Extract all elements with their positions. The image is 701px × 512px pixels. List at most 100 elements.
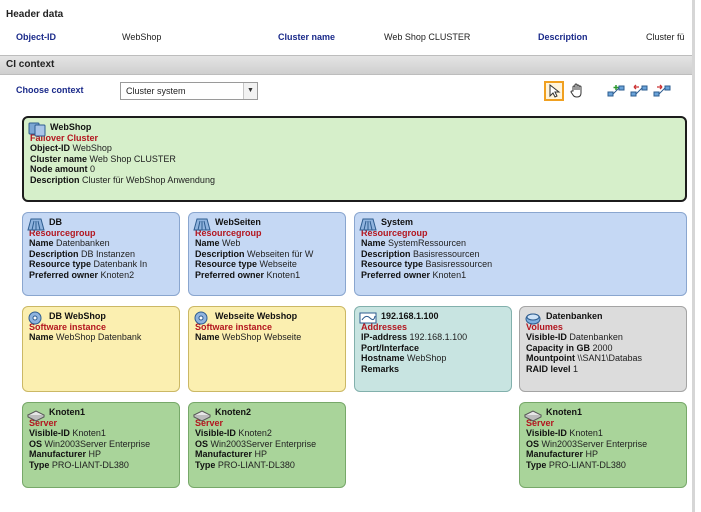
link-right-button[interactable] bbox=[652, 81, 672, 101]
server-card-knoten2[interactable]: Knoten2 Server Visible-ID Knoten2 OS Win2… bbox=[188, 402, 346, 488]
card-field: Preferred owner Knoten2 bbox=[29, 270, 173, 281]
object-id-label: Object-ID bbox=[16, 32, 57, 42]
network-address-icon bbox=[359, 312, 377, 324]
field-value: WebShop Datenbank bbox=[56, 332, 142, 342]
field-value: WebShop Webseite bbox=[222, 332, 302, 342]
field-value: DB Instanzen bbox=[81, 248, 136, 259]
context-select[interactable]: Cluster system ▼ bbox=[120, 82, 258, 100]
card-field: Resource type Datenbank In bbox=[29, 259, 173, 270]
card-field: OS Win2003Server Enterprise bbox=[526, 439, 680, 450]
field-label: Type bbox=[195, 459, 216, 470]
link-add-button[interactable] bbox=[606, 81, 626, 101]
card-title: Webseite Webshop bbox=[215, 311, 298, 321]
field-label: Cluster name bbox=[30, 153, 88, 164]
card-type: Addresses bbox=[361, 321, 408, 332]
window-edge bbox=[692, 0, 695, 512]
field-label: Name bbox=[361, 238, 386, 248]
field-value: Knoten1 bbox=[266, 269, 301, 280]
field-value: Knoten1 bbox=[432, 269, 467, 280]
card-field: RAID level 1 bbox=[526, 364, 680, 375]
card-field: Name Datenbanken bbox=[29, 238, 173, 249]
card-rows: Name WebShop Datenbank bbox=[29, 332, 173, 343]
field-value: HP bbox=[88, 449, 102, 459]
card-field: Preferred owner Knoten1 bbox=[195, 270, 339, 281]
field-label: Hostname bbox=[361, 353, 405, 363]
field-label: Description bbox=[30, 174, 80, 185]
link-right-icon bbox=[653, 84, 671, 97]
field-label: Name bbox=[195, 332, 220, 342]
software-instance-icon bbox=[28, 311, 42, 325]
card-field: Type PRO-LIANT-DL380 bbox=[526, 460, 680, 471]
description-label: Description bbox=[538, 32, 588, 42]
field-value: Datenbanken bbox=[569, 332, 623, 342]
field-value: Knoten2 bbox=[238, 428, 272, 438]
card-title: Knoten1 bbox=[49, 407, 85, 417]
server-card-knoten1-right[interactable]: Knoten1 Server Visible-ID Knoten1 OS Win2… bbox=[519, 402, 687, 488]
volume-icon bbox=[525, 313, 541, 325]
resourcegroup-card-system[interactable]: System Resourcegroup Name SystemRessourc… bbox=[354, 212, 687, 296]
resourcegroup-card-webseiten[interactable]: WebSeiten Resourcegroup Name Web Descript… bbox=[188, 212, 346, 296]
pointer-icon bbox=[549, 84, 561, 98]
pointer-tool-button[interactable] bbox=[544, 81, 564, 101]
link-left-button[interactable] bbox=[629, 81, 649, 101]
cluster-card[interactable]: WebShop Failover Cluster Object-ID WebSh… bbox=[22, 116, 687, 202]
context-select-value: Cluster system bbox=[126, 86, 186, 96]
field-value: Cluster für WebShop Anwendung bbox=[82, 174, 215, 185]
card-field: Description Cluster für WebShop Anwendun… bbox=[30, 175, 679, 186]
card-rows: Object-ID WebShop Cluster name Web Shop C… bbox=[30, 143, 679, 185]
field-label: Type bbox=[526, 459, 547, 470]
field-label: Preferred owner bbox=[361, 269, 431, 280]
field-value: 0 bbox=[90, 164, 96, 174]
card-type: Resourcegroup bbox=[361, 227, 428, 238]
description-value: Cluster fü bbox=[646, 32, 685, 42]
resourcegroup-card-db[interactable]: DB Resourcegroup Name Datenbanken Descrip… bbox=[22, 212, 180, 296]
card-field: Description Basisressourcen bbox=[361, 249, 680, 260]
card-field: OS Win2003Server Enterprise bbox=[29, 439, 173, 450]
field-label: Port/Interface bbox=[361, 342, 420, 353]
field-value: WebShop bbox=[407, 353, 447, 363]
field-label: Preferred owner bbox=[195, 269, 265, 280]
card-field: Description Webseiten für W bbox=[195, 249, 339, 260]
field-value: \\SAN1\Databas bbox=[577, 353, 643, 363]
chevron-down-icon[interactable]: ▼ bbox=[243, 83, 257, 99]
ci-canvas[interactable]: WebShop Failover Cluster Object-ID WebSh… bbox=[10, 108, 692, 512]
field-value: Knoten1 bbox=[72, 428, 106, 438]
field-label: Manufacturer bbox=[29, 449, 87, 459]
field-label: Visible-ID bbox=[195, 428, 236, 438]
volume-card[interactable]: Datenbanken Volumes Visible-ID Datenbank… bbox=[519, 306, 687, 392]
ci-context-title: CI context bbox=[0, 55, 692, 75]
software-instance-card-db[interactable]: DB WebShop Software instance Name WebSho… bbox=[22, 306, 180, 392]
card-rows: Visible-ID Knoten1 OS Win2003Server Enter… bbox=[29, 428, 173, 470]
link-add-icon bbox=[607, 85, 625, 97]
address-card[interactable]: 192.168.1.100 Addresses IP-address 192.1… bbox=[354, 306, 512, 392]
card-field: Type PRO-LIANT-DL380 bbox=[195, 460, 339, 471]
card-rows: Name WebShop Webseite bbox=[195, 332, 339, 343]
field-value: PRO-LIANT-DL380 bbox=[548, 459, 626, 470]
card-rows: Visible-ID Knoten1 OS Win2003Server Enter… bbox=[526, 428, 680, 470]
card-type: Resourcegroup bbox=[29, 227, 96, 238]
server-icon bbox=[193, 410, 211, 422]
field-value: Win2003Server Enterprise bbox=[541, 438, 648, 449]
field-value: PRO-LIANT-DL380 bbox=[51, 459, 129, 470]
card-type: Server bbox=[29, 417, 58, 428]
object-id-value: WebShop bbox=[122, 32, 162, 42]
card-rows: Name Web Description Webseiten für W Resou… bbox=[195, 238, 339, 280]
software-instance-card-web[interactable]: Webseite Webshop Software instance Name … bbox=[188, 306, 346, 392]
hand-tool-button[interactable] bbox=[567, 81, 587, 101]
field-value: 2000 bbox=[592, 342, 613, 353]
card-type: Volumes bbox=[526, 321, 563, 332]
field-value: HP bbox=[254, 449, 268, 459]
field-label: Resource type bbox=[195, 259, 258, 269]
cluster-icon bbox=[28, 122, 46, 137]
card-type: Failover Cluster bbox=[30, 132, 99, 143]
server-card-knoten1[interactable]: Knoten1 Server Visible-ID Knoten1 OS Win2… bbox=[22, 402, 180, 488]
card-type: Server bbox=[195, 417, 224, 428]
field-label: OS bbox=[29, 438, 43, 449]
field-label: Manufacturer bbox=[526, 449, 584, 459]
field-label: Description bbox=[195, 248, 245, 259]
card-title: Datenbanken bbox=[546, 311, 603, 321]
cluster-name-value: Web Shop CLUSTER bbox=[384, 32, 471, 42]
header-data-title: Header data bbox=[0, 6, 692, 26]
field-label: OS bbox=[526, 438, 540, 449]
field-value: Webseite bbox=[259, 259, 297, 269]
